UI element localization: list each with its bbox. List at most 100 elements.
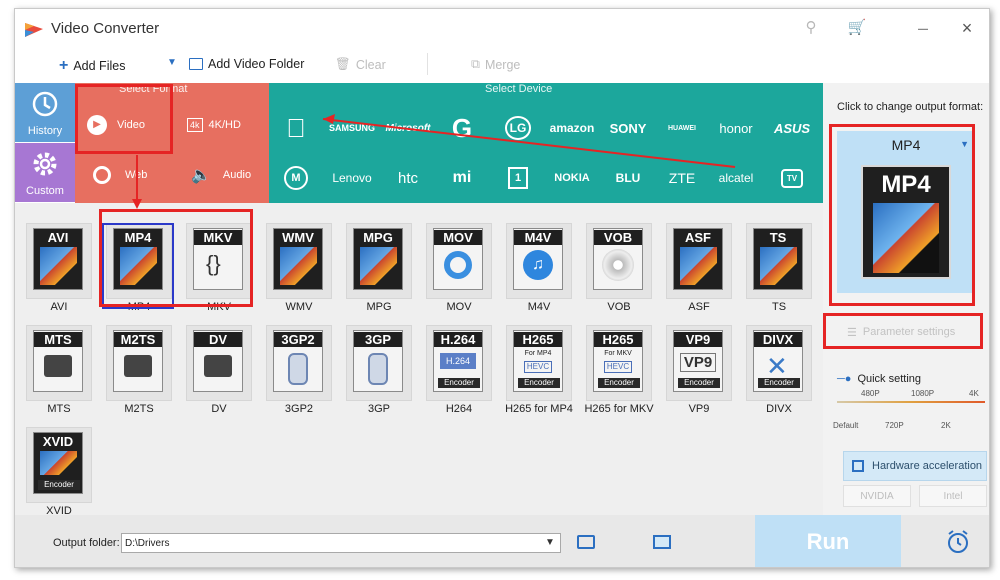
format-tile-vob[interactable]: VOB VOB: [583, 221, 655, 319]
format-tile-m2ts[interactable]: M2TS M2TS: [103, 323, 175, 421]
itunes-icon: ♫: [523, 250, 553, 280]
tile-icon-label: DV: [194, 332, 242, 347]
format-tile-m4v[interactable]: M4V ♫ M4V: [503, 221, 575, 319]
format-tile-mov[interactable]: MOV MOV: [423, 221, 495, 319]
device-mi[interactable]: mi: [435, 153, 489, 203]
tile-icon-label: VP9: [674, 332, 722, 347]
clear-button[interactable]: 🗑 Clear: [335, 57, 386, 72]
device-apple[interactable]: : [269, 103, 323, 153]
merge-button[interactable]: ⧉ Merge: [471, 57, 520, 72]
motorola-icon: M: [284, 166, 308, 190]
format-tile-divx[interactable]: DIVX ✕ Encoder DIVX: [743, 323, 815, 421]
format-tile-h265-mkv[interactable]: H265 For MKV HEVC Encoder H265 for MKV: [583, 323, 655, 421]
format-tile-3gp[interactable]: 3GP 3GP: [343, 323, 415, 421]
device-amazon[interactable]: amazon: [545, 103, 599, 153]
device-nokia[interactable]: NOKIA: [545, 153, 599, 203]
device-tv[interactable]: TV: [765, 153, 819, 203]
parameter-settings-button[interactable]: ☰ Parameter settings: [837, 319, 987, 345]
device-microsoft[interactable]: Microsoft: [381, 103, 435, 153]
close-button[interactable]: ×: [955, 17, 979, 39]
mkv-icon: MKV {}: [193, 228, 243, 290]
device-oneplus[interactable]: 1: [491, 153, 545, 203]
device-honor[interactable]: honor: [709, 103, 763, 153]
format-tile-wmv[interactable]: WMV WMV: [263, 221, 335, 319]
output-folder-dropdown-icon[interactable]: ▼: [545, 537, 555, 548]
format-tile-xvid[interactable]: XVID Encoder XVID: [23, 425, 95, 523]
tv-label: TV: [780, 168, 804, 188]
mts-icon: MTS: [33, 330, 83, 392]
device-huawei[interactable]: HUAWEI: [655, 103, 709, 153]
format-tile-vp9[interactable]: VP9 VP9 Encoder VP9: [663, 323, 735, 421]
format-tile-dv[interactable]: DV DV: [183, 323, 255, 421]
minimize-button[interactable]: –: [911, 17, 935, 39]
format-tile-h264[interactable]: H.264 H.264 Encoder H264: [423, 323, 495, 421]
format-tile-h265-mp4[interactable]: H265 For MP4 HEVC Encoder H265 for MP4: [503, 323, 575, 421]
film-art: [873, 203, 939, 273]
device-lg[interactable]: LG: [491, 103, 545, 153]
avi-icon: AVI: [33, 228, 83, 290]
device-asus[interactable]: ASUS: [765, 103, 819, 153]
web-category-button[interactable]: Web: [93, 153, 183, 197]
device-motorola[interactable]: M: [269, 153, 323, 203]
open-output-folder-icon[interactable]: [653, 535, 671, 549]
add-files-button[interactable]: + Add Files: [59, 57, 125, 75]
honor-label: honor: [719, 120, 753, 136]
add-video-folder-button[interactable]: Add Video Folder: [189, 57, 304, 71]
video-category-button[interactable]: ▶ Video: [87, 103, 177, 147]
device-blu[interactable]: BLU: [601, 153, 655, 203]
output-format-selector[interactable]: MP4 ▼ MP4: [837, 131, 975, 293]
browse-folder-icon[interactable]: [577, 535, 595, 549]
chrome-icon: [93, 166, 111, 184]
output-panel: Click to change output format: MP4 ▼ MP4…: [823, 83, 989, 515]
device-zte[interactable]: ZTE: [655, 153, 709, 203]
device-samsung[interactable]: SAMSUNG: [325, 103, 379, 153]
alarm-clock-icon[interactable]: [945, 529, 971, 555]
device-lenovo[interactable]: Lenovo: [325, 153, 379, 203]
tick-2k: 2K: [941, 421, 951, 430]
intel-toggle[interactable]: Intel: [919, 485, 987, 507]
run-button[interactable]: Run: [755, 515, 901, 567]
vp9-logo: VP9: [680, 353, 716, 372]
device-sony[interactable]: SONY: [601, 103, 655, 153]
film-art: [680, 247, 717, 285]
vob-icon: VOB: [593, 228, 643, 290]
format-tile-avi[interactable]: AVI AVI: [23, 221, 95, 319]
asus-label: ASUS: [773, 120, 811, 136]
format-tile-ts[interactable]: TS TS: [743, 221, 815, 319]
3gp2-icon: 3GP2: [273, 330, 323, 392]
output-icon-label: MP4: [881, 171, 931, 198]
lenovo-label: Lenovo: [332, 171, 372, 185]
key-icon[interactable]: ⚲: [799, 17, 823, 39]
tile-icon-label: XVID: [42, 434, 74, 449]
custom-button[interactable]: Custom: [15, 143, 75, 202]
history-button[interactable]: History: [15, 83, 75, 142]
audio-category-button[interactable]: 🔈 Audio: [191, 153, 271, 197]
tile-name: DIVX: [766, 403, 792, 415]
device-htc[interactable]: htc: [381, 153, 435, 203]
window-title: Video Converter: [51, 20, 160, 37]
tile-name: H264: [445, 403, 473, 415]
tile-name: MKV: [207, 301, 231, 313]
app-window: Video Converter ⚲ 🛒 – × + Add Files ▼ Ad…: [14, 8, 990, 568]
add-files-dropdown-icon[interactable]: ▼: [167, 57, 177, 68]
format-tile-asf[interactable]: ASF ASF: [663, 221, 735, 319]
4k-hd-category-button[interactable]: 4k 4K/HD: [187, 103, 267, 147]
device-alcatel[interactable]: alcatel: [709, 153, 763, 203]
4k-hd-category-label: 4K/HD: [208, 119, 241, 131]
hardware-acceleration-button[interactable]: Hardware acceleration: [843, 451, 987, 481]
output-folder-input[interactable]: [121, 533, 561, 553]
format-tile-mpg[interactable]: MPG MPG: [343, 221, 415, 319]
device-google[interactable]: G: [435, 103, 489, 153]
nvidia-toggle[interactable]: NVIDIA: [843, 485, 911, 507]
amazon-label: amazon: [549, 121, 595, 135]
history-label: History: [27, 125, 63, 137]
camcorder-icon: [124, 355, 152, 377]
tile-icon-label: M4V: [514, 230, 562, 245]
tile-icon-label: TS: [769, 230, 787, 245]
cart-icon[interactable]: 🛒: [845, 17, 869, 39]
quick-setting-icon: ─●: [837, 373, 852, 385]
format-tile-mkv[interactable]: MKV {} MKV: [183, 221, 255, 319]
quality-slider[interactable]: [837, 401, 985, 403]
format-tile-3gp2[interactable]: 3GP2 3GP2: [263, 323, 335, 421]
format-tile-mts[interactable]: MTS MTS: [23, 323, 95, 421]
